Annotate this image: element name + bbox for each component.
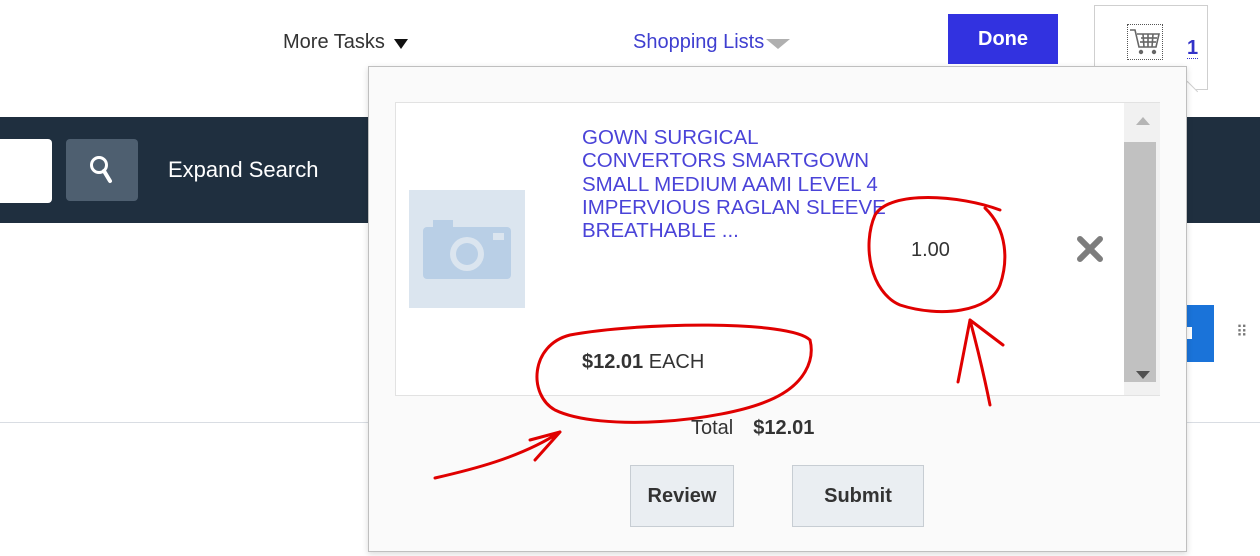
more-tasks-menu[interactable]: More Tasks xyxy=(283,31,408,54)
cart-item-list: GOWN SURGICAL CONVERTORS SMARTGOWN SMALL… xyxy=(395,102,1160,396)
camera-placeholder-icon xyxy=(423,220,511,279)
item-quantity[interactable]: 1.00 xyxy=(911,239,950,262)
search-button[interactable] xyxy=(66,139,138,201)
caret-down-icon xyxy=(393,38,408,49)
product-name-link[interactable]: GOWN SURGICAL CONVERTORS SMARTGOWN SMALL… xyxy=(582,126,892,312)
item-price-value: $12.01 xyxy=(582,351,644,373)
cart-total: Total $12.01 xyxy=(691,417,814,440)
list-view-icon[interactable]: ⠿ xyxy=(1236,322,1248,342)
caret-down-icon xyxy=(766,38,791,49)
review-button[interactable]: Review xyxy=(630,465,734,527)
total-label: Total xyxy=(691,417,734,439)
scroll-thumb[interactable] xyxy=(1124,142,1156,382)
more-tasks-label: More Tasks xyxy=(283,31,385,53)
item-price-unit: EACH xyxy=(648,351,705,373)
scroll-up-arrow[interactable] xyxy=(1136,117,1150,125)
done-button[interactable]: Done xyxy=(948,14,1058,64)
shopping-cart-icon xyxy=(1127,24,1163,60)
item-price: $12.01 EACH xyxy=(582,351,704,374)
expand-search-link[interactable]: Expand Search xyxy=(168,157,318,183)
search-input[interactable] xyxy=(0,139,52,203)
shopping-lists-label: Shopping Lists xyxy=(633,31,765,53)
cart-popup: GOWN SURGICAL CONVERTORS SMARTGOWN SMALL… xyxy=(368,66,1187,552)
shopping-lists-menu[interactable]: Shopping Lists xyxy=(633,31,791,54)
grid-view-toggle[interactable] xyxy=(1186,305,1214,362)
submit-button[interactable]: Submit xyxy=(792,465,924,527)
close-icon[interactable] xyxy=(1075,234,1105,264)
total-value: $12.01 xyxy=(753,417,815,439)
item-list-scrollbar[interactable] xyxy=(1124,103,1160,395)
search-icon xyxy=(90,156,112,183)
scroll-down-arrow[interactable] xyxy=(1136,371,1150,379)
cart-count-badge: 1 xyxy=(1187,37,1199,59)
product-thumbnail xyxy=(409,190,525,308)
